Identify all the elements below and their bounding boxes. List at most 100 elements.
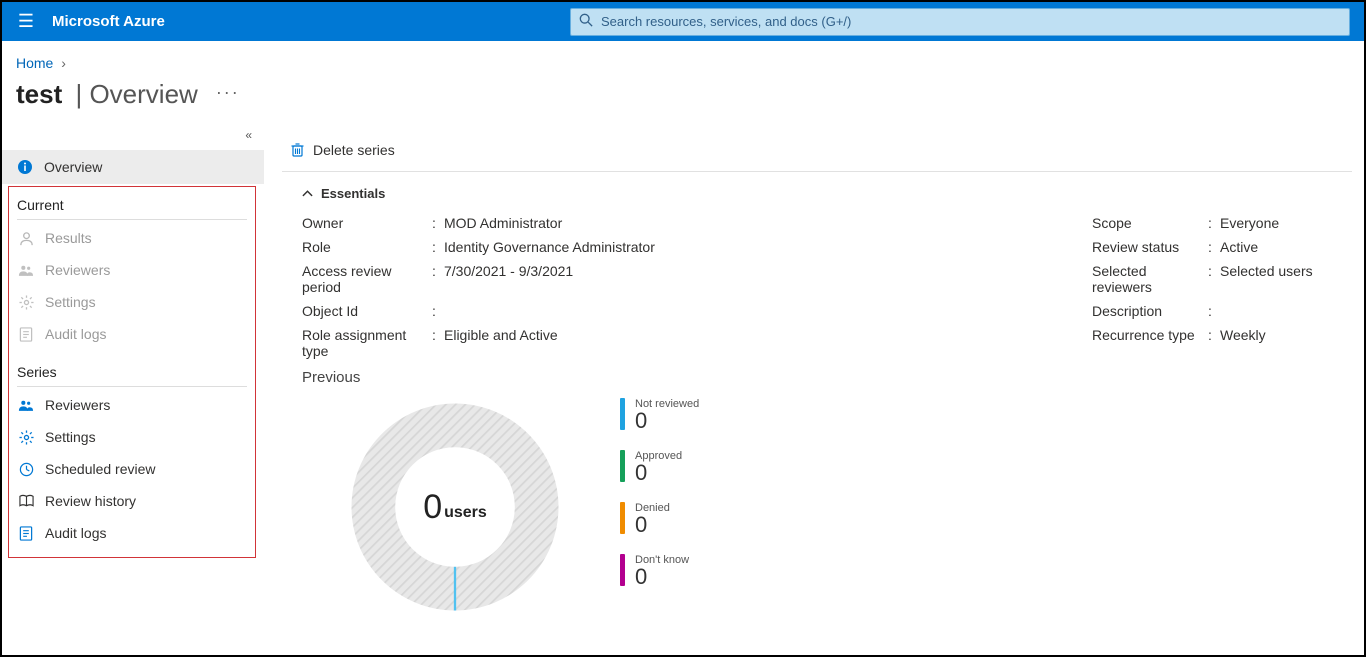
sidebar-group-series: Series	[9, 360, 255, 386]
donut-value: 0	[423, 488, 442, 527]
kv-key: Review status	[1092, 239, 1208, 255]
search-icon	[579, 13, 593, 30]
breadcrumb-separator-icon: ›	[61, 55, 66, 71]
legend-text: Not reviewed0	[635, 398, 699, 432]
page-title-section: | Overview	[68, 79, 198, 110]
sidebar-item-label: Scheduled review	[45, 461, 156, 477]
delete-series-button[interactable]: Delete series	[282, 134, 403, 166]
info-icon	[16, 159, 34, 175]
kv-key: Role assignment type	[302, 327, 432, 359]
person-icon	[17, 231, 35, 246]
sidebar-item-reviewers[interactable]: Reviewers	[9, 254, 255, 286]
legend-item: Approved0	[620, 450, 699, 484]
collapse-sidebar-icon[interactable]: «	[245, 128, 252, 142]
sidebar-item-label: Audit logs	[45, 326, 106, 342]
kv-objectid: Object Id:	[302, 299, 1092, 323]
sidebar-item-label: Results	[45, 230, 92, 246]
kv-value: 7/30/2021 - 9/3/2021	[444, 263, 573, 295]
sidebar-item-auditlogs[interactable]: Audit logs	[9, 318, 255, 350]
page-title-row: test | Overview ···	[2, 73, 1364, 128]
sidebar-item-series-reviewers[interactable]: Reviewers	[9, 389, 255, 421]
legend-item: Denied0	[620, 502, 699, 536]
sidebar-item-settings[interactable]: Settings	[9, 286, 255, 318]
topbar: ☰ Microsoft Azure	[2, 2, 1364, 41]
legend-text: Approved0	[635, 450, 682, 484]
sidebar-item-label: Reviewers	[45, 397, 110, 413]
legend-value: 0	[635, 514, 670, 536]
sidebar-item-label: Settings	[45, 294, 96, 310]
kv-ratype: Role assignment type:Eligible and Active	[302, 323, 1092, 363]
breadcrumb-home[interactable]: Home	[16, 55, 53, 71]
chart-legend: Not reviewed0 Approved0 Denied0 Don't know0	[620, 392, 699, 606]
sidebar-item-scheduled-review[interactable]: Scheduled review	[9, 453, 255, 485]
book-icon	[17, 494, 35, 508]
legend-value: 0	[635, 462, 682, 484]
legend-text: Don't know0	[635, 554, 689, 588]
kv-key: Selected reviewers	[1092, 263, 1208, 295]
sidebar-item-label: Settings	[45, 429, 96, 445]
essentials-label: Essentials	[321, 186, 385, 201]
breadcrumb: Home ›	[2, 41, 1364, 73]
sidebar-item-review-history[interactable]: Review history	[9, 485, 255, 517]
brand-label: Microsoft Azure	[52, 13, 165, 30]
kv-key: Access review period	[302, 263, 432, 295]
kv-key: Description	[1092, 303, 1208, 319]
sidebar-item-results[interactable]: Results	[9, 222, 255, 254]
sidebar-group-current: Current	[9, 193, 255, 219]
kv-key: Recurrence type	[1092, 327, 1208, 343]
sidebar-highlight-box: Current Results Reviewers Settings	[8, 186, 256, 558]
people-icon	[17, 398, 35, 413]
sidebar-item-label: Reviewers	[45, 262, 110, 278]
donut-center: 0 users	[340, 392, 570, 622]
page-title-name: test	[16, 79, 62, 110]
gear-icon	[17, 295, 35, 310]
chevron-up-icon	[302, 187, 313, 201]
legend-color-bar	[620, 554, 625, 586]
search-wrap	[165, 8, 1364, 36]
command-bar: Delete series	[282, 128, 1352, 172]
legend-item: Don't know0	[620, 554, 699, 588]
more-actions-button[interactable]: ···	[216, 82, 240, 103]
legend-item: Not reviewed0	[620, 398, 699, 432]
legend-color-bar	[620, 502, 625, 534]
legend-text: Denied0	[635, 502, 670, 536]
kv-selected-reviewers: Selected reviewers:Selected users	[1092, 259, 1352, 299]
kv-status: Review status:Active	[1092, 235, 1352, 259]
chart-area: 0 users Not reviewed0 Approved0 Denied0 Don…	[302, 392, 1352, 622]
essentials-toggle[interactable]: Essentials	[302, 186, 1352, 201]
essentials-right-col: Scope:Everyone Review status:Active Sele…	[1092, 211, 1352, 363]
sidebar-item-label: Overview	[44, 159, 102, 175]
global-search-input[interactable]	[601, 14, 1341, 29]
divider	[17, 219, 247, 220]
sidebar-item-series-settings[interactable]: Settings	[9, 421, 255, 453]
divider	[17, 386, 247, 387]
left-nav: « Overview Current Results Reviewers	[2, 128, 264, 654]
sidebar-item-label: Review history	[45, 493, 136, 509]
trash-icon	[290, 142, 305, 158]
donut-unit: users	[444, 504, 487, 522]
kv-period: Access review period:7/30/2021 - 9/3/202…	[302, 259, 1092, 299]
previous-label: Previous	[302, 363, 1352, 392]
hamburger-menu-icon[interactable]: ☰	[2, 11, 50, 32]
kv-scope: Scope:Everyone	[1092, 211, 1352, 235]
kv-value: Selected users	[1220, 263, 1313, 295]
sidebar-item-overview[interactable]: Overview	[2, 150, 264, 184]
donut-chart: 0 users	[340, 392, 570, 622]
log-icon	[17, 327, 35, 342]
kv-key: Object Id	[302, 303, 432, 319]
main: Delete series Essentials Owner:MOD Admin…	[264, 128, 1364, 654]
page-title-section-label: Overview	[89, 79, 197, 109]
kv-value: MOD Administrator	[444, 215, 562, 231]
legend-color-bar	[620, 398, 625, 430]
sidebar-item-series-auditlogs[interactable]: Audit logs	[9, 517, 255, 549]
kv-role: Role:Identity Governance Administrator	[302, 235, 1092, 259]
kv-value: Identity Governance Administrator	[444, 239, 655, 255]
essentials: Essentials Owner:MOD Administrator Role:…	[282, 172, 1352, 630]
kv-value: Active	[1220, 239, 1258, 255]
log-icon	[17, 526, 35, 541]
global-search[interactable]	[570, 8, 1350, 36]
legend-value: 0	[635, 566, 689, 588]
kv-key: Scope	[1092, 215, 1208, 231]
people-icon	[17, 263, 35, 278]
kv-value: Weekly	[1220, 327, 1266, 343]
